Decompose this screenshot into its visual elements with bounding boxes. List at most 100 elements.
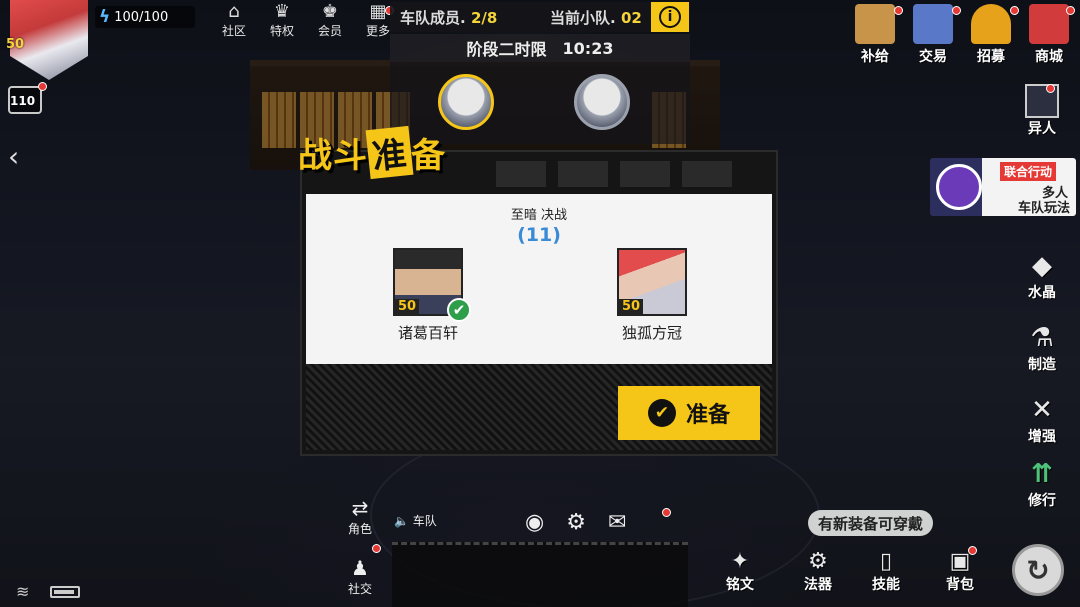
- home-icon: ⌂: [228, 1, 240, 22]
- player-level: 50: [619, 299, 644, 314]
- empty-slot: [558, 161, 608, 187]
- notification-dot: [968, 546, 977, 555]
- notification-dot: [952, 6, 961, 15]
- empty-slot: [682, 161, 732, 187]
- empty-slot: [496, 161, 546, 187]
- cultivate-button[interactable]: ⇈ 修行: [1016, 458, 1068, 510]
- gear-icon[interactable]: ⚙: [566, 510, 586, 535]
- privilege-icon: ♛: [273, 1, 291, 22]
- inscription-label: 铭文: [726, 577, 754, 593]
- energy-display: ϟ 100/100: [95, 6, 195, 28]
- level-up-icon: ⇈: [1031, 459, 1053, 489]
- energy-value: 100/100: [114, 9, 169, 25]
- skill-book-icon: ▯: [879, 549, 893, 574]
- coop-group-icon: [936, 164, 982, 210]
- inscription-icon: ✦: [730, 549, 750, 574]
- empty-slot: [620, 161, 670, 187]
- backpack-button[interactable]: ▣ 背包: [936, 550, 984, 594]
- shop-label: 商城: [1035, 49, 1063, 65]
- team-member-avatar[interactable]: [438, 74, 494, 130]
- team-status-bar: 车队成员. 2/8 当前小队. 02: [390, 2, 690, 32]
- crystal-button[interactable]: ◆ 水晶: [1016, 250, 1068, 302]
- members-label: 车队成员.: [400, 8, 466, 27]
- shop-button[interactable]: 商城: [1026, 4, 1072, 68]
- backpack-icon: ▣: [949, 549, 971, 574]
- nav-label: 更多: [365, 24, 390, 38]
- inscription-button[interactable]: ✦ 铭文: [716, 550, 764, 594]
- team-member-avatar[interactable]: [574, 74, 630, 130]
- yiren-button[interactable]: 异人: [1016, 84, 1068, 138]
- enhance-button[interactable]: ✕ 增强: [1016, 394, 1068, 446]
- info-button[interactable]: i: [651, 2, 689, 32]
- skill-button[interactable]: ▯ 技能: [862, 550, 910, 594]
- members-value: 2/8: [470, 8, 498, 27]
- check-icon: ✔: [647, 399, 676, 427]
- nav-privilege[interactable]: ♛ 特权: [262, 2, 302, 39]
- nav-label: 社区: [221, 24, 246, 38]
- quick-actions: ◉ ⚙ ✉: [525, 510, 626, 535]
- backpack-label: 背包: [946, 577, 974, 593]
- trade-label: 交易: [919, 49, 947, 65]
- role-switch-button[interactable]: ⇄ 角色: [340, 496, 380, 537]
- mail-icon[interactable]: ✉: [608, 510, 626, 535]
- crystal-label: 水晶: [1028, 285, 1056, 301]
- top-nav: ⌂ 社区 ♛ 特权 ♚ 会员 ▦ 更多: [214, 2, 398, 39]
- swap-icon: ⇄: [351, 496, 369, 520]
- speaker-icon: 🔈: [394, 514, 409, 528]
- ready-button[interactable]: ✔ 准备: [618, 386, 760, 440]
- shop-basket-icon: [1029, 4, 1069, 44]
- craft-label: 制造: [1028, 357, 1056, 373]
- player-portrait: 50 ✔: [393, 248, 471, 322]
- supply-button[interactable]: 补给: [852, 4, 898, 68]
- phase-label: 阶段二时限: [466, 40, 547, 59]
- team-slots: [496, 161, 732, 187]
- notification-dot: [1066, 6, 1075, 15]
- title-part: 备: [411, 136, 446, 176]
- phase-time: 10:23: [562, 38, 614, 58]
- social-label: 社交: [347, 582, 372, 596]
- battery-icon: [50, 586, 80, 598]
- trade-icon: [913, 4, 953, 44]
- notification-dot: [894, 6, 903, 15]
- trade-button[interactable]: 交易: [910, 4, 956, 68]
- recruit-helmet-icon: [971, 4, 1011, 44]
- artifact-label: 法器: [804, 577, 832, 593]
- nav-label: 会员: [317, 24, 342, 38]
- recruit-button[interactable]: 招募: [968, 4, 1014, 68]
- stamina-value: 110: [10, 94, 36, 108]
- player-slot[interactable]: 50 独孤方冠: [602, 248, 702, 343]
- refresh-button[interactable]: ↻: [1012, 544, 1064, 596]
- skill-label: 技能: [872, 577, 900, 593]
- coop-mode-banner[interactable]: 联合行动 多人 车队玩法: [930, 158, 1076, 216]
- camera-icon[interactable]: ◉: [525, 510, 544, 535]
- flask-icon: ⚗: [1030, 323, 1054, 353]
- crystal-icon: ◆: [1032, 251, 1052, 281]
- game-mode: 至暗 决战: [510, 208, 568, 223]
- craft-button[interactable]: ⚗ 制造: [1016, 322, 1068, 374]
- cultivate-label: 修行: [1028, 493, 1056, 509]
- coop-line2: 车队玩法: [1017, 201, 1070, 216]
- ready-check-icon: ✔: [447, 298, 471, 322]
- artifact-icon: ⚙: [808, 549, 828, 574]
- player-level: 50: [6, 37, 25, 52]
- artifact-button[interactable]: ⚙ 法器: [794, 550, 842, 594]
- ready-label: 准备: [685, 403, 730, 428]
- nav-member[interactable]: ♚ 会员: [310, 2, 350, 39]
- social-button[interactable]: ♟ 社交: [340, 556, 380, 597]
- lightning-icon: ϟ: [99, 7, 111, 27]
- supply-box-icon: [855, 4, 895, 44]
- player-name: 诸葛百轩: [397, 324, 458, 342]
- nav-community[interactable]: ⌂ 社区: [214, 2, 254, 39]
- player-level: 50: [395, 299, 420, 314]
- player-slot[interactable]: 50 ✔ 诸葛百轩: [378, 248, 478, 343]
- team-voice-button[interactable]: 🔈 车队: [394, 512, 437, 529]
- player-portrait: 50: [617, 248, 687, 316]
- more-icon: ▦: [369, 1, 387, 22]
- phase-timer: 阶段二时限 10:23: [390, 34, 690, 62]
- enhance-label: 增强: [1028, 429, 1056, 445]
- title-part: 战斗: [298, 136, 368, 176]
- role-label: 角色: [347, 522, 372, 536]
- chat-strip: [392, 542, 688, 607]
- supply-label: 补给: [861, 49, 889, 65]
- chevron-left-icon[interactable]: ‹: [8, 140, 19, 173]
